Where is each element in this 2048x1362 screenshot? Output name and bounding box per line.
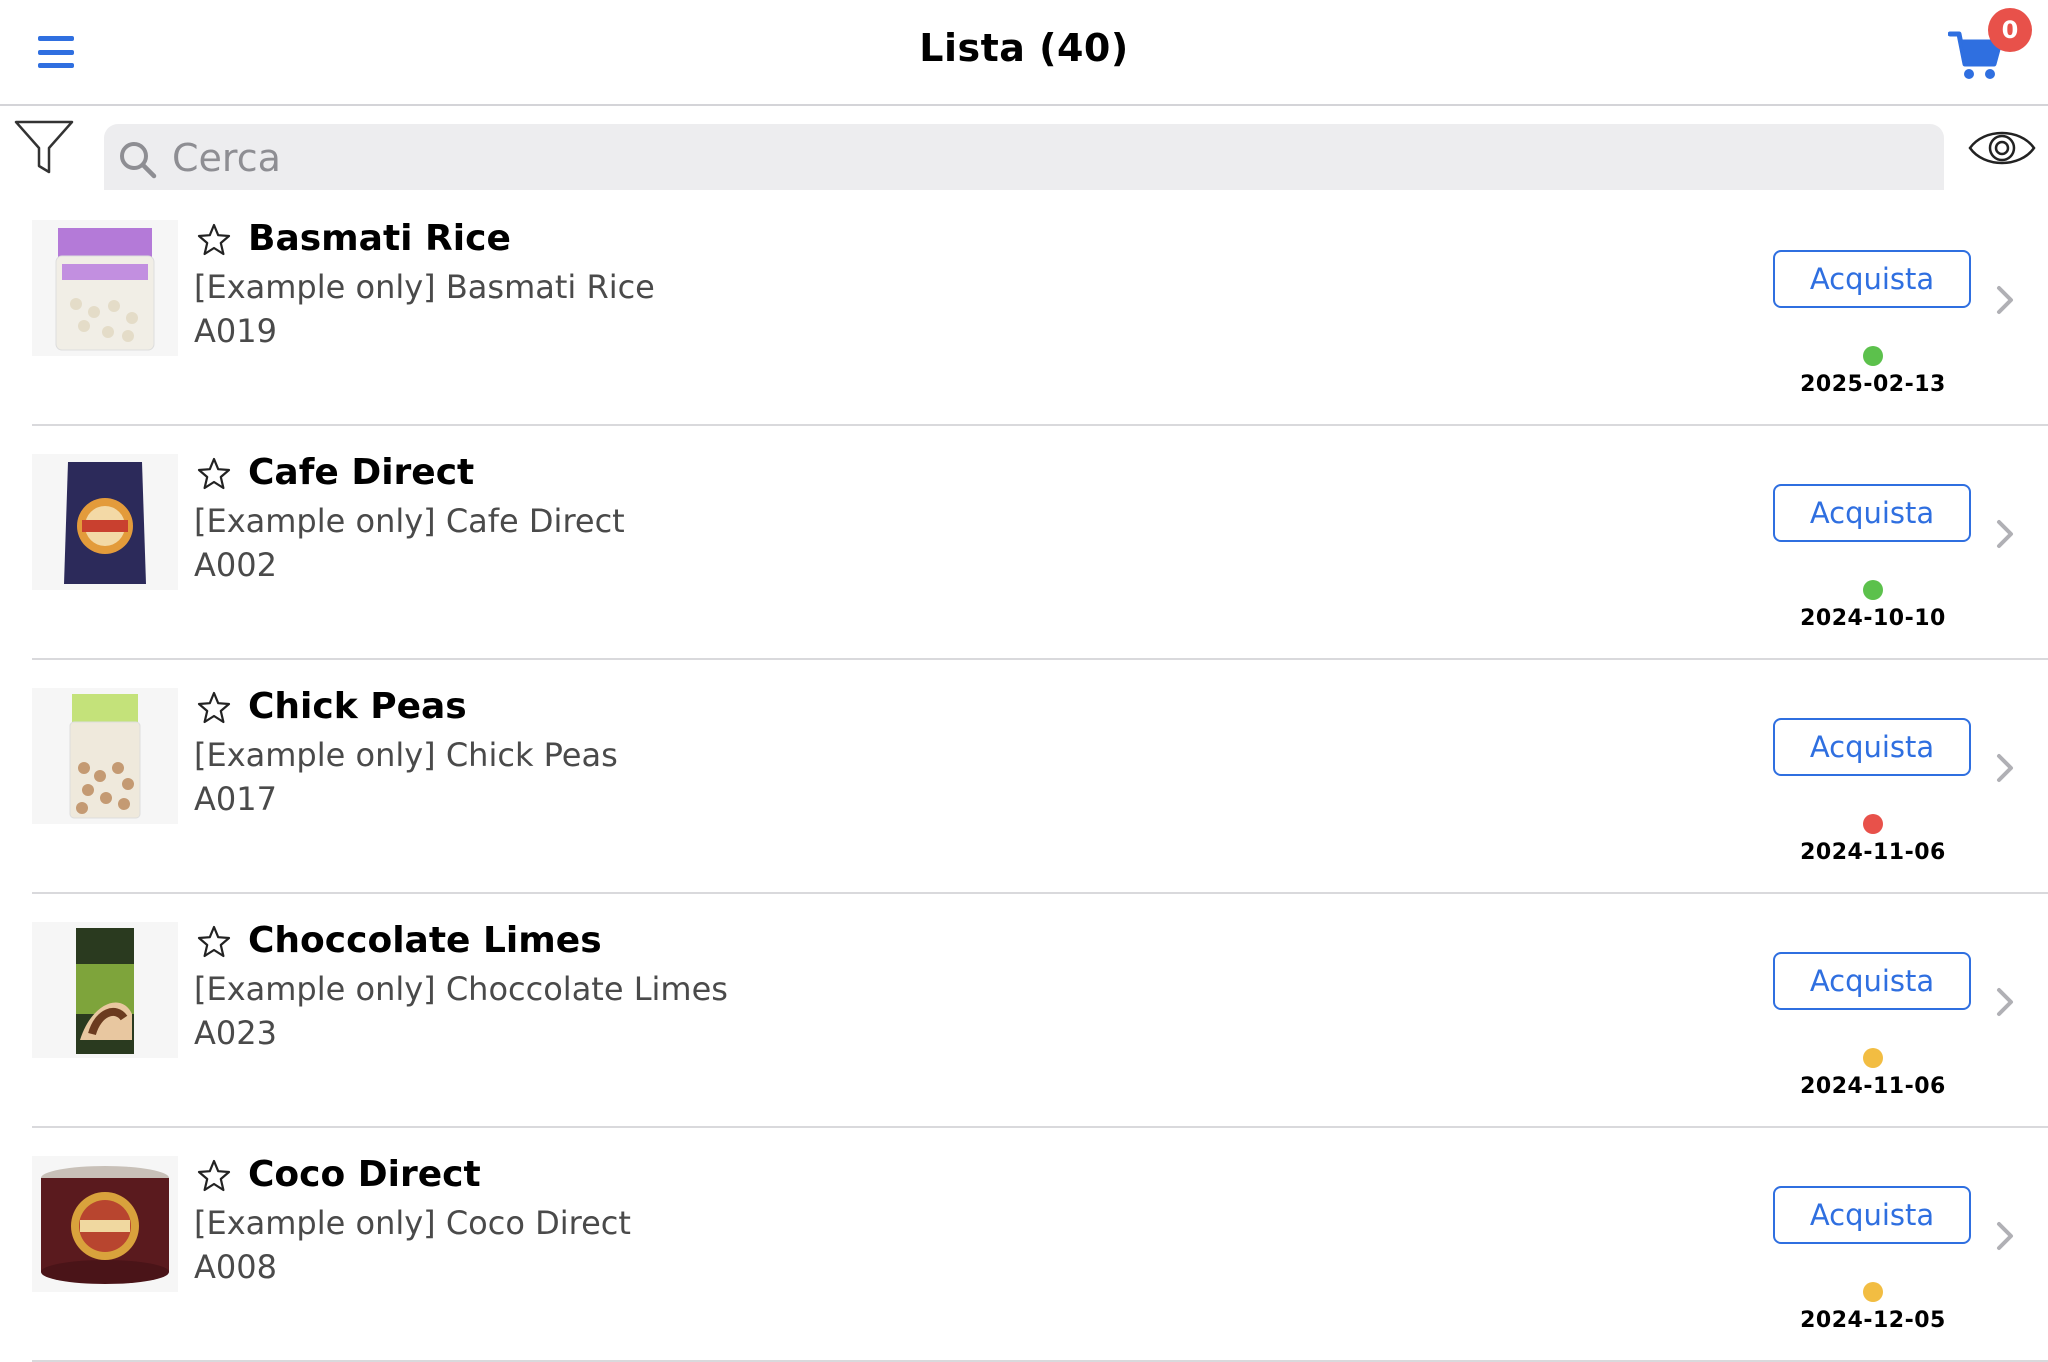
product-description: [Example only] Chick Peas xyxy=(194,736,618,774)
product-name: Cafe Direct xyxy=(248,452,475,493)
status-dot xyxy=(1863,346,1883,366)
search-bar xyxy=(104,124,1944,190)
product-code: A019 xyxy=(194,312,277,350)
favorite-star-icon[interactable] xyxy=(196,456,232,492)
page-title: Lista (40) xyxy=(919,26,1129,70)
list-item[interactable]: Chick Peas [Example only] Chick Peas A01… xyxy=(32,658,2048,894)
eye-icon[interactable] xyxy=(1966,118,2038,178)
product-name: Chick Peas xyxy=(248,686,467,727)
product-code: A008 xyxy=(194,1248,277,1286)
product-description: [Example only] Choccolate Limes xyxy=(194,970,728,1008)
list-item[interactable]: Coco Direct [Example only] Coco Direct A… xyxy=(32,1126,2048,1362)
product-name: Basmati Rice xyxy=(248,218,511,259)
top-bar: Lista (40) 0 xyxy=(0,0,2048,106)
product-code: A023 xyxy=(194,1014,277,1052)
status-dot xyxy=(1863,580,1883,600)
favorite-star-icon[interactable] xyxy=(196,924,232,960)
product-description: [Example only] Coco Direct xyxy=(194,1204,631,1242)
favorite-star-icon[interactable] xyxy=(196,222,232,258)
product-name: Coco Direct xyxy=(248,1154,481,1195)
status-dot xyxy=(1863,814,1883,834)
product-name: Choccolate Limes xyxy=(248,920,602,961)
buy-button[interactable]: Acquista xyxy=(1773,718,1971,776)
buy-button[interactable]: Acquista xyxy=(1773,952,1971,1010)
chevron-right-icon xyxy=(1997,286,2013,314)
product-date: 2024-11-06 xyxy=(1800,840,1946,865)
product-date: 2024-12-05 xyxy=(1800,1308,1946,1333)
filter-icon[interactable] xyxy=(14,118,74,178)
search-input[interactable] xyxy=(170,132,1914,184)
product-image xyxy=(32,688,178,824)
cart-count-badge: 0 xyxy=(1988,8,2032,52)
list-item[interactable]: Basmati Rice [Example only] Basmati Rice… xyxy=(32,190,2048,426)
product-image xyxy=(32,220,178,356)
search-icon xyxy=(120,142,157,179)
chevron-right-icon xyxy=(1997,1222,2013,1250)
chevron-right-icon xyxy=(1997,988,2013,1016)
buy-button[interactable]: Acquista xyxy=(1773,250,1971,308)
product-image xyxy=(32,922,178,1058)
buy-button[interactable]: Acquista xyxy=(1773,1186,1971,1244)
product-description: [Example only] Basmati Rice xyxy=(194,268,655,306)
status-dot xyxy=(1863,1048,1883,1068)
product-image xyxy=(32,1156,178,1292)
product-date: 2024-10-10 xyxy=(1800,606,1946,631)
product-date: 2025-02-13 xyxy=(1800,372,1946,397)
product-code: A002 xyxy=(194,546,277,584)
list-item[interactable]: Cafe Direct [Example only] Cafe Direct A… xyxy=(32,424,2048,660)
product-date: 2024-11-06 xyxy=(1800,1074,1946,1099)
favorite-star-icon[interactable] xyxy=(196,690,232,726)
status-dot xyxy=(1863,1282,1883,1302)
buy-button[interactable]: Acquista xyxy=(1773,484,1971,542)
product-description: [Example only] Cafe Direct xyxy=(194,502,625,540)
cart-button[interactable]: 0 xyxy=(1948,8,2038,88)
product-image xyxy=(32,454,178,590)
chevron-right-icon xyxy=(1997,520,2013,548)
list-item[interactable]: Choccolate Limes [Example only] Choccola… xyxy=(32,892,2048,1128)
product-code: A017 xyxy=(194,780,277,818)
chevron-right-icon xyxy=(1997,754,2013,782)
favorite-star-icon[interactable] xyxy=(196,1158,232,1194)
